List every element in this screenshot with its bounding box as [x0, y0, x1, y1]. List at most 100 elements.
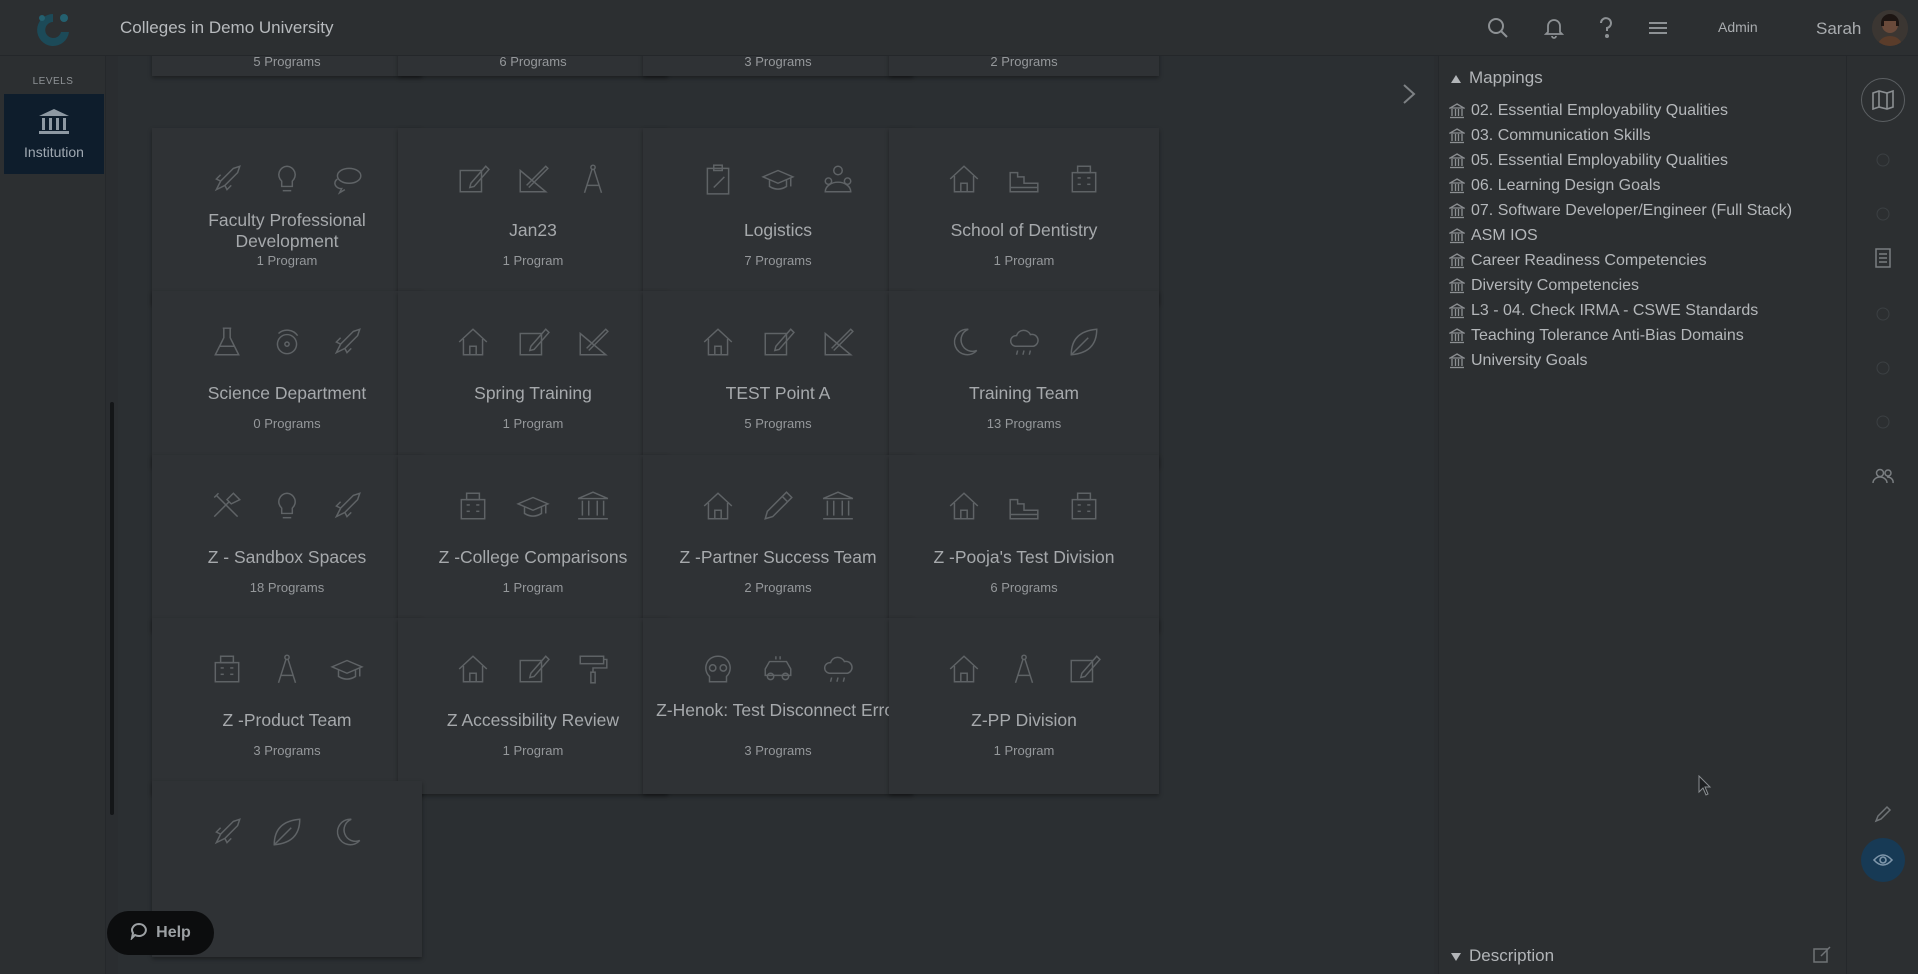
page-title: Colleges in Demo University: [120, 18, 334, 37]
mappings-list: 02. Essential Employability Qualities 03.…: [1449, 98, 1792, 373]
college-card[interactable]: Z-Henok: Test Disconnect Error 3 Programs: [643, 618, 913, 794]
mapping-label: 06. Learning Design Goals: [1471, 176, 1661, 194]
mapping-label: L3 - 04. Check IRMA - CSWE Standards: [1471, 301, 1759, 319]
app-logo-icon[interactable]: [30, 10, 76, 50]
people-icon: [821, 162, 855, 196]
home-icon: [947, 162, 981, 196]
pencil-icon[interactable]: [1865, 796, 1901, 832]
role-label[interactable]: Admin: [1718, 19, 1758, 35]
college-card[interactable]: Science Department 0 Programs: [152, 291, 422, 467]
graduation-cap-icon: [330, 652, 364, 686]
college-card[interactable]: 5 Programs: [152, 56, 422, 76]
college-card[interactable]: Z - Sandbox Spaces 18 Programs: [152, 455, 422, 631]
menu-icon[interactable]: [1644, 14, 1672, 42]
home-icon: [456, 652, 490, 686]
user-name[interactable]: Sarah: [1816, 19, 1861, 39]
mapping-label: Diversity Competencies: [1471, 276, 1640, 294]
mapping-item[interactable]: 05. Essential Employability Qualities: [1449, 148, 1792, 173]
college-card[interactable]: Z Accessibility Review 1 Program: [398, 618, 668, 794]
card-icons: [152, 815, 422, 849]
mapping-item[interactable]: University Goals: [1449, 348, 1792, 373]
moon-icon: [330, 815, 364, 849]
college-name: Z -Partner Success Team: [679, 547, 877, 567]
college-card[interactable]: Z-PP Division 1 Program: [889, 618, 1159, 794]
college-card[interactable]: Z -Partner Success Team 2 Programs: [643, 455, 913, 631]
mappings-header[interactable]: Mappings: [1451, 68, 1543, 88]
institution-icon: [1449, 277, 1465, 294]
chevron-right-icon[interactable]: [1394, 70, 1424, 118]
rocket-icon: [210, 815, 244, 849]
compass-icon: [576, 162, 610, 196]
mapping-item[interactable]: ASM IOS: [1449, 223, 1792, 248]
search-icon[interactable]: [1484, 14, 1512, 42]
program-count: 6 Programs: [499, 56, 567, 69]
document-icon[interactable]: [1865, 240, 1901, 276]
institution-level-button[interactable]: Institution: [4, 94, 104, 174]
mapping-item[interactable]: 06. Learning Design Goals: [1449, 173, 1792, 198]
leaf-icon: [1067, 325, 1101, 359]
card-icons: [152, 325, 422, 359]
mapping-label: 05. Essential Employability Qualities: [1471, 151, 1729, 169]
mapping-item[interactable]: 07. Software Developer/Engineer (Full St…: [1449, 198, 1792, 223]
program-count: 5 Programs: [744, 416, 812, 431]
tool-icon[interactable]: [1865, 350, 1901, 386]
description-header[interactable]: Description: [1451, 946, 1554, 966]
college-name: Z - Sandbox Spaces: [207, 547, 367, 567]
college-name: Logistics: [743, 220, 813, 240]
program-count: 3 Programs: [744, 743, 812, 758]
mapping-item[interactable]: Teaching Tolerance Anti-Bias Domains: [1449, 323, 1792, 348]
college-name: Training Team: [969, 383, 1079, 403]
mapping-item[interactable]: 03. Communication Skills: [1449, 123, 1792, 148]
mapping-label: University Goals: [1471, 351, 1588, 369]
college-card[interactable]: Spring Training 1 Program: [398, 291, 668, 467]
scrollbar[interactable]: [110, 402, 114, 815]
college-card[interactable]: Jan23 1 Program: [398, 128, 668, 304]
program-count: 0 Programs: [253, 416, 321, 431]
program-count: 18 Programs: [249, 580, 325, 595]
mapping-item[interactable]: L3 - 04. Check IRMA - CSWE Standards: [1449, 298, 1792, 323]
moon-icon: [947, 325, 981, 359]
college-card[interactable]: Faculty Professional Development 1 Progra…: [152, 128, 422, 304]
chat-bubble-icon: [130, 922, 148, 945]
college-card[interactable]: Logistics 7 Programs: [643, 128, 913, 304]
program-count: 3 Programs: [744, 56, 812, 69]
card-icons: [152, 489, 422, 523]
tool-icon[interactable]: [1865, 142, 1901, 178]
mapping-item[interactable]: Diversity Competencies: [1449, 273, 1792, 298]
college-card[interactable]: Z -College Comparisons 1 Program: [398, 455, 668, 631]
mouse-cursor-icon: [1698, 774, 1712, 797]
bell-icon[interactable]: [1540, 14, 1568, 42]
tool-icon[interactable]: [1865, 296, 1901, 332]
caret-up-icon: [1451, 68, 1461, 88]
college-card[interactable]: 3 Programs: [643, 56, 913, 76]
tool-icon[interactable]: [1865, 196, 1901, 232]
mapping-item[interactable]: Career Readiness Competencies: [1449, 248, 1792, 273]
college-card[interactable]: 6 Programs: [398, 56, 668, 76]
help-button[interactable]: Help: [107, 911, 214, 955]
edit-description-icon[interactable]: [1813, 946, 1831, 969]
help-question-icon[interactable]: [1592, 14, 1620, 42]
building-icon: [210, 652, 244, 686]
program-count: 1 Program: [502, 253, 564, 268]
college-card[interactable]: TEST Point A 5 Programs: [643, 291, 913, 467]
institution-icon: [1449, 152, 1465, 169]
college-card[interactable]: Z -Product Team 3 Programs: [152, 618, 422, 794]
college-card[interactable]: School of Dentistry 1 Program: [889, 128, 1159, 304]
institution-icon: [1449, 227, 1465, 244]
avatar[interactable]: [1872, 10, 1908, 46]
college-card[interactable]: 2 Programs: [889, 56, 1159, 76]
rocket-icon: [210, 162, 244, 196]
mapping-item[interactable]: 02. Essential Employability Qualities: [1449, 98, 1792, 123]
college-card[interactable]: Z -Pooja's Test Division 6 Programs: [889, 455, 1159, 631]
view-icon[interactable]: [1861, 838, 1905, 882]
tool-icon[interactable]: [1865, 404, 1901, 440]
map-icon[interactable]: [1861, 78, 1905, 122]
users-icon[interactable]: [1865, 458, 1901, 494]
college-card[interactable]: Training Team 13 Programs: [889, 291, 1159, 467]
rocket-icon: [330, 489, 364, 523]
institution-label: Institution: [24, 143, 84, 160]
card-icons: [643, 652, 913, 686]
skyline-icon: [1007, 489, 1041, 523]
college-name: School of Dentistry: [950, 220, 1098, 240]
college-name: TEST Point A: [725, 383, 831, 403]
